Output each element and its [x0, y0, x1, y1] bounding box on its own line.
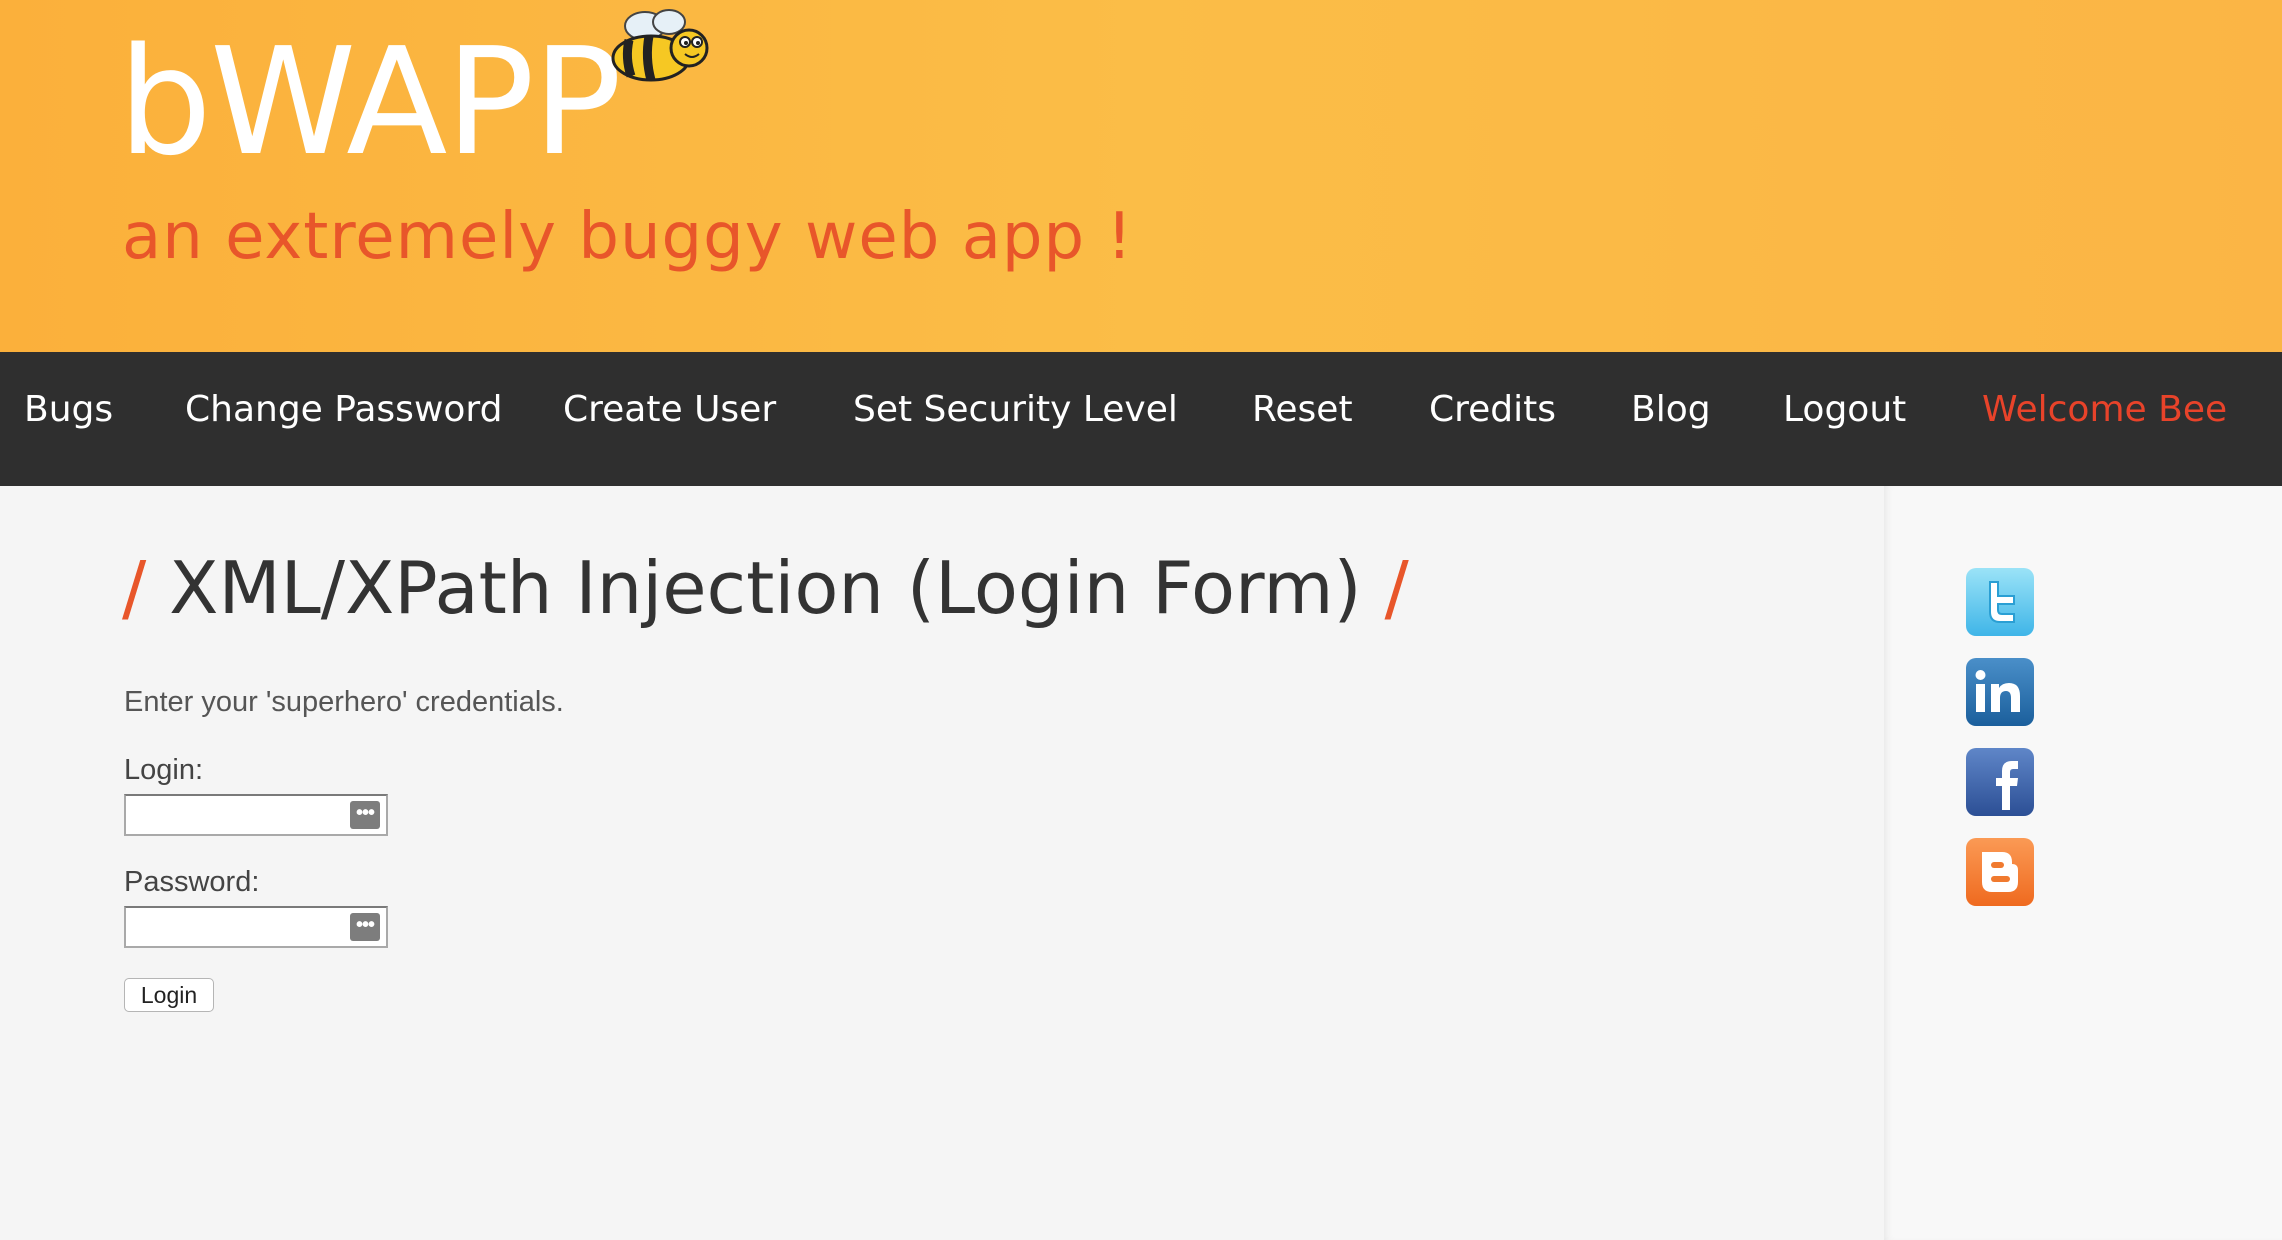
nav-welcome-user[interactable]: Welcome Bee — [1982, 392, 2227, 428]
login-button[interactable]: Login — [124, 978, 214, 1012]
main-nav: Bugs Change Password Create User Set Sec… — [0, 352, 2282, 486]
app-logo[interactable]: bWAPP — [118, 28, 622, 176]
login-label: Login: — [124, 754, 204, 786]
twitter-icon[interactable] — [1966, 568, 2034, 636]
password-manager-icon[interactable]: ••• — [350, 801, 380, 829]
blogger-icon[interactable] — [1966, 838, 2034, 906]
nav-set-security-level[interactable]: Set Security Level — [853, 392, 1178, 428]
nav-change-password[interactable]: Change Password — [185, 392, 502, 428]
bee-icon — [611, 9, 709, 82]
nav-bugs[interactable]: Bugs — [24, 392, 113, 428]
intro-text: Enter your 'superhero' credentials. — [124, 686, 564, 718]
password-input[interactable] — [126, 908, 346, 946]
title-slash-right: / — [1384, 546, 1409, 630]
nav-logout[interactable]: Logout — [1783, 392, 1906, 428]
header-banner: bWAPP an extremely buggy web app ! — [0, 0, 2282, 352]
login-field-box: ••• — [124, 794, 388, 836]
nav-blog[interactable]: Blog — [1631, 392, 1711, 428]
password-manager-icon[interactable]: ••• — [350, 913, 380, 941]
page-title-text: XML/XPath Injection (Login Form) — [169, 546, 1362, 630]
app-tagline: an extremely buggy web app ! — [122, 200, 1134, 274]
page-title: / XML/XPath Injection (Login Form) / — [122, 552, 1409, 624]
login-input[interactable] — [126, 796, 346, 834]
password-field-box: ••• — [124, 906, 388, 948]
nav-credits[interactable]: Credits — [1429, 392, 1556, 428]
password-label: Password: — [124, 866, 260, 898]
social-sidebar — [1884, 486, 2282, 1240]
nav-create-user[interactable]: Create User — [563, 392, 776, 428]
linkedin-icon[interactable] — [1966, 658, 2034, 726]
nav-reset[interactable]: Reset — [1252, 392, 1353, 428]
facebook-icon[interactable] — [1966, 748, 2034, 816]
title-slash-left: / — [122, 546, 147, 630]
